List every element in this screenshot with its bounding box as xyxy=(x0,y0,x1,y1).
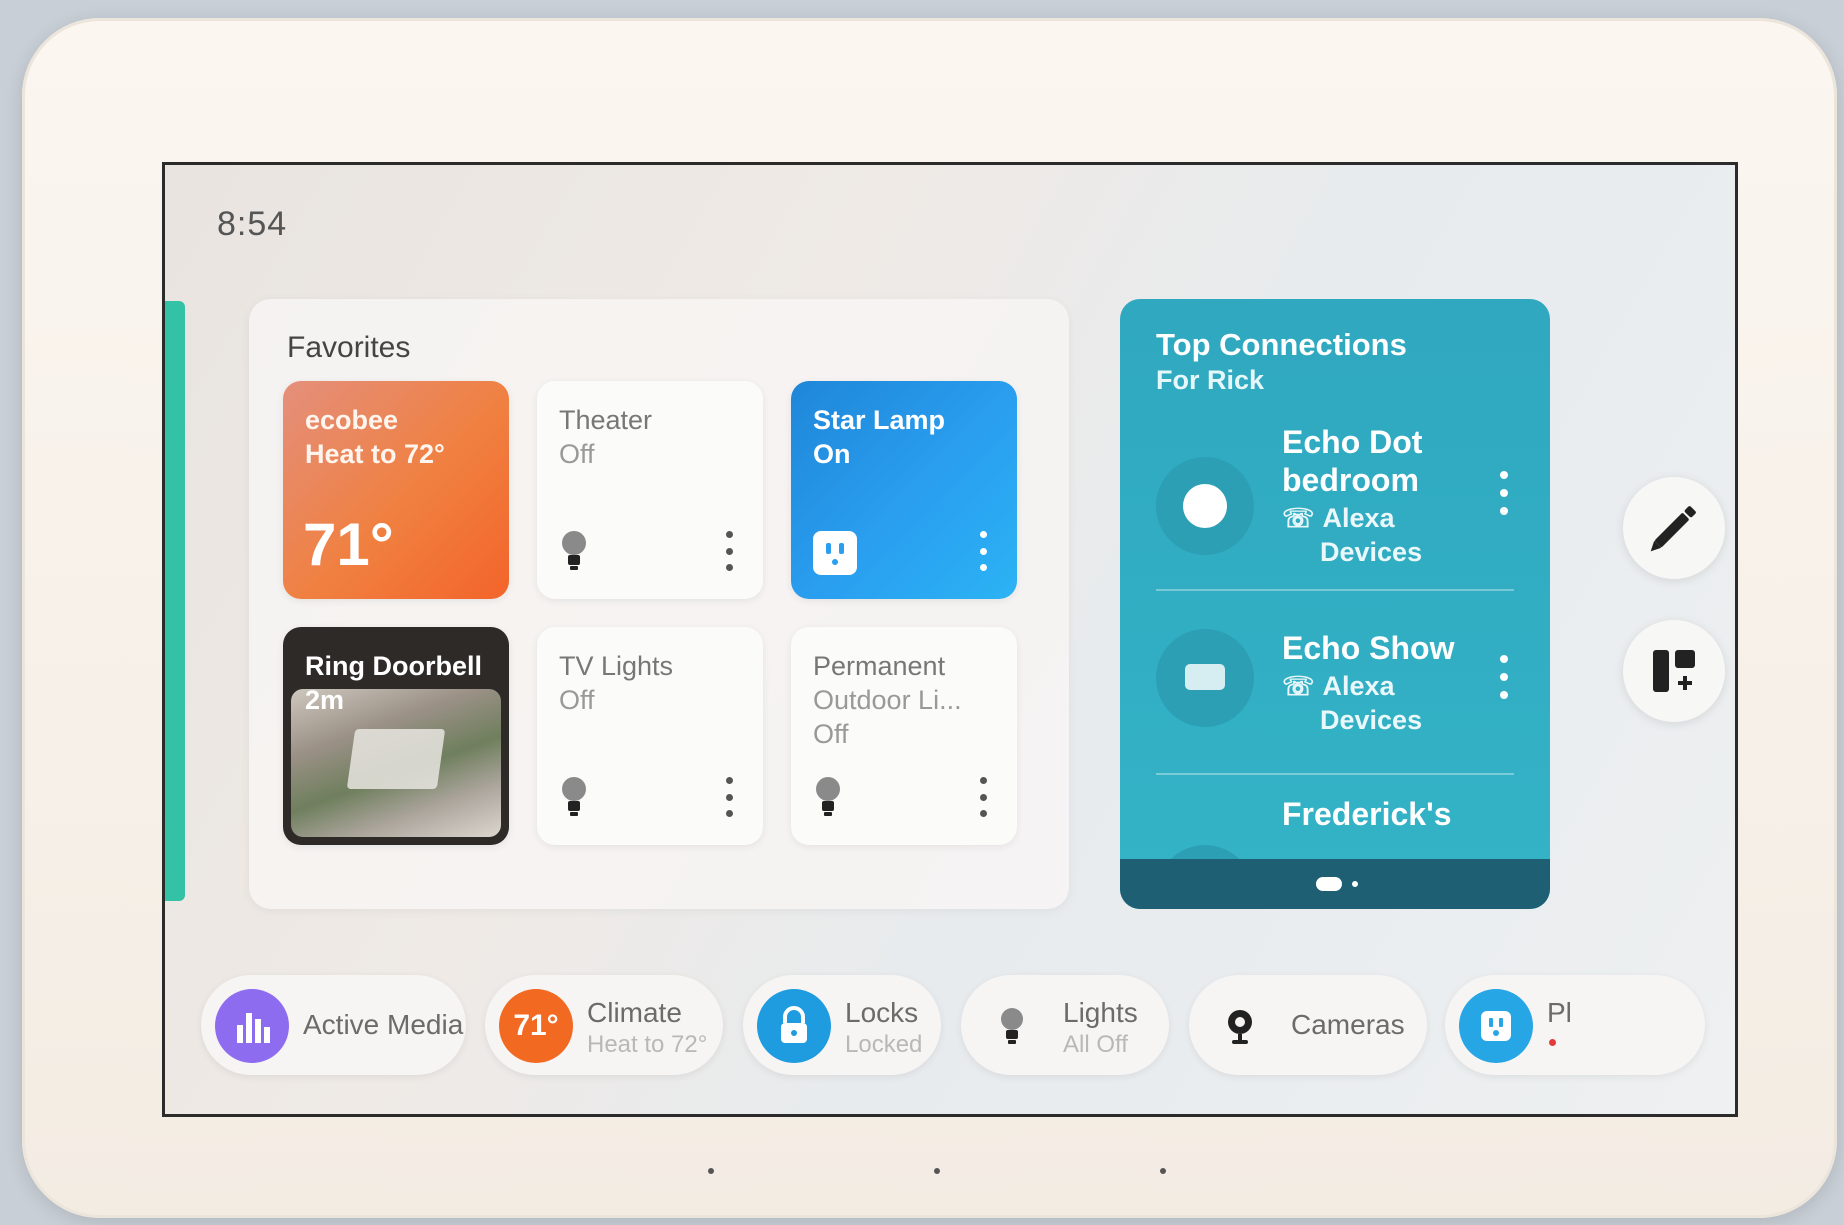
chip-label: Cameras xyxy=(1291,1009,1405,1040)
tile-tv-lights[interactable]: TV Lights Off xyxy=(537,627,763,845)
connection-meta: ☏ Alexa xyxy=(1282,503,1395,533)
tile-name: Star Lamp xyxy=(813,405,946,435)
chip-sub: Heat to 72° xyxy=(587,1031,708,1058)
tile-state: Off xyxy=(559,685,595,715)
smart-plug-icon xyxy=(813,531,857,575)
thermostat-badge: 71° xyxy=(499,989,573,1063)
connection-name: Frederick's xyxy=(1282,796,1452,832)
tile-state: 2m xyxy=(305,685,345,715)
home-screen: 8:54 Favorites ecobee Heat to 72° 71° Th… xyxy=(162,162,1738,1117)
more-options-icon[interactable] xyxy=(1500,655,1508,699)
connection-name: Echo Dot xyxy=(1282,424,1423,460)
chip-label: Climate xyxy=(587,997,682,1028)
chip-lights[interactable]: Lights All Off xyxy=(961,975,1169,1075)
chip-active-media[interactable]: Active Media xyxy=(201,975,466,1075)
add-widget-icon xyxy=(1653,650,1695,692)
tile-state: Off xyxy=(559,439,595,469)
more-options-icon[interactable] xyxy=(1500,471,1508,515)
connection-name: Echo Show xyxy=(1282,630,1455,666)
media-bars-icon xyxy=(215,989,289,1063)
more-options-icon[interactable] xyxy=(725,777,733,817)
echo-show-device: 8:54 Favorites ecobee Heat to 72° 71° Th… xyxy=(22,18,1837,1218)
tile-ecobee[interactable]: ecobee Heat to 72° 71° xyxy=(283,381,509,599)
favorites-title: Favorites xyxy=(287,331,411,364)
lock-icon xyxy=(757,989,831,1063)
echo-show-device-icon xyxy=(1156,629,1254,727)
bulb-icon xyxy=(562,531,586,570)
bezel-dot xyxy=(708,1168,714,1174)
bulb-icon xyxy=(975,989,1049,1063)
pager-dot[interactable] xyxy=(1352,881,1358,887)
tile-permanent-outdoor-lights[interactable]: Permanent Outdoor Li... Off xyxy=(791,627,1017,845)
connections-pager xyxy=(1120,859,1550,909)
echo-dot-device-icon xyxy=(1156,457,1254,555)
chip-sub: All Off xyxy=(1063,1031,1128,1058)
side-accent-bar xyxy=(165,301,185,901)
connections-subtitle: For Rick xyxy=(1156,365,1265,395)
phone-icon: ☏ xyxy=(1282,671,1315,701)
tile-ring-doorbell[interactable]: Ring Doorbell 2m xyxy=(283,627,509,845)
tile-name: Permanent xyxy=(813,651,946,681)
chip-sub: Locked xyxy=(845,1031,923,1058)
chip-plugs[interactable]: Pl xyxy=(1445,975,1705,1075)
tile-theater[interactable]: Theater Off xyxy=(537,381,763,599)
favorites-panel: Favorites ecobee Heat to 72° 71° Theater… xyxy=(249,299,1069,909)
more-options-icon[interactable] xyxy=(979,531,987,571)
pencil-icon xyxy=(1650,506,1696,552)
chip-label: Lights xyxy=(1063,997,1138,1028)
chip-label: Locks xyxy=(845,997,919,1028)
chip-locks[interactable]: Locks Locked xyxy=(743,975,941,1075)
connection-meta-line2: Devices xyxy=(1320,705,1423,735)
tile-state: Heat to 72° xyxy=(305,439,445,469)
top-connections-card[interactable]: Top Connections For Rick Echo Dot bedroo… xyxy=(1120,299,1550,909)
bezel-dot xyxy=(1160,1168,1166,1174)
camera-icon xyxy=(1203,989,1277,1063)
connections-title: Top Connections xyxy=(1156,327,1407,362)
bulb-icon xyxy=(562,777,586,816)
connection-meta-line2: Devices xyxy=(1320,537,1423,567)
tile-name: TV Lights xyxy=(559,651,674,681)
smart-plug-icon xyxy=(1459,989,1533,1063)
divider xyxy=(1156,589,1514,591)
tile-state: Off xyxy=(813,719,849,749)
bezel-dot xyxy=(934,1168,940,1174)
more-options-icon[interactable] xyxy=(979,777,987,817)
add-widget-button[interactable] xyxy=(1623,620,1725,722)
bulb-icon xyxy=(816,777,840,816)
edit-button[interactable] xyxy=(1623,477,1725,579)
divider xyxy=(1156,773,1514,775)
pager-active-indicator[interactable] xyxy=(1316,877,1342,891)
phone-icon: ☏ xyxy=(1282,503,1315,533)
chip-label: Active Media xyxy=(303,1009,464,1040)
connection-meta: ☏ Alexa xyxy=(1282,671,1395,701)
tile-state: On xyxy=(813,439,851,469)
tile-name: Theater xyxy=(559,405,653,435)
status-dot xyxy=(1549,1039,1556,1046)
connection-name-line2: bedroom xyxy=(1282,462,1419,498)
tile-name: Ring Doorbell xyxy=(305,651,482,681)
tile-name: ecobee xyxy=(305,405,399,435)
clock: 8:54 xyxy=(217,205,288,243)
tile-star-lamp[interactable]: Star Lamp On xyxy=(791,381,1017,599)
chip-label: Pl xyxy=(1547,997,1572,1028)
current-temperature: 71° xyxy=(303,511,394,578)
chip-cameras[interactable]: Cameras xyxy=(1189,975,1427,1075)
tile-name-line2: Outdoor Li... xyxy=(813,685,962,715)
chip-climate[interactable]: 71° Climate Heat to 72° xyxy=(485,975,723,1075)
more-options-icon[interactable] xyxy=(725,531,733,571)
